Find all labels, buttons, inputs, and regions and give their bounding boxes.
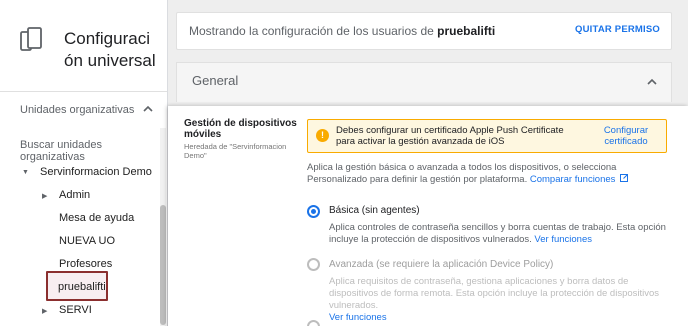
left-panel: Configuraci ón universal Unidades organi… xyxy=(0,0,168,326)
tree-item-profesores[interactable]: Profesores xyxy=(59,258,112,270)
warning-icon: ! xyxy=(316,129,329,142)
chevron-up-icon[interactable] xyxy=(645,75,659,89)
app-title-line-1: Configuraci xyxy=(64,29,150,48)
org-units-title: Unidades organizativas xyxy=(20,104,135,116)
warning-text: Debes configurar un certificado Apple Pu… xyxy=(336,125,564,147)
advanced-see-features-link[interactable]: Ver funciones xyxy=(329,312,669,324)
setting-inherited-from: Heredada de "Servinformacion Demo" xyxy=(184,142,287,160)
tree-item-servi[interactable]: SERVI xyxy=(59,304,92,316)
tree-item-pruebalifti[interactable]: pruebalifti xyxy=(58,281,106,293)
scrollbar-thumb[interactable] xyxy=(160,205,166,325)
general-section-header[interactable]: General xyxy=(176,62,672,102)
compare-features-label: Comparar funciones xyxy=(529,174,616,185)
app-title: Configuraci ón universal xyxy=(64,28,164,72)
compare-features-link[interactable]: Comparar funciones xyxy=(529,174,629,185)
caret-right-icon[interactable]: ▶ xyxy=(42,192,47,200)
mobile-management-panel: Gestión de dispositivos móviles Heredada… xyxy=(168,106,688,326)
advanced-option-description: Aplica requisitos de contraseña, gestion… xyxy=(329,276,669,324)
caret-down-icon[interactable]: ▼ xyxy=(22,169,29,176)
org-units-search[interactable]: Buscar unidades organizativas xyxy=(20,139,167,163)
chevron-up-icon[interactable] xyxy=(141,102,155,116)
quit-permission-button[interactable]: QUITAR PERMISO xyxy=(575,24,660,35)
settings-scope-text: Mostrando la configuración de los usuari… xyxy=(189,24,495,38)
advanced-option-label[interactable]: Avanzada (se requiere la aplicación Devi… xyxy=(329,259,553,270)
scope-prefix: Mostrando la configuración de los usuari… xyxy=(189,24,438,38)
basic-option-description: Aplica controles de contraseña sencillos… xyxy=(329,222,669,246)
custom-radio[interactable] xyxy=(307,320,320,326)
tree-item-mesa-de-ayuda[interactable]: Mesa de ayuda xyxy=(59,212,134,224)
admin-console: Configuraci ón universal Unidades organi… xyxy=(0,0,688,326)
app-title-line-2: ón universal xyxy=(64,51,156,70)
general-section-title: General xyxy=(192,73,239,88)
setting-description: Aplica la gestión básica o avanzada a to… xyxy=(307,162,677,186)
caret-right-icon[interactable]: ▶ xyxy=(42,307,47,315)
basic-see-features-link[interactable]: Ver funciones xyxy=(534,234,592,245)
advanced-radio[interactable] xyxy=(307,258,320,271)
org-units-header[interactable]: Unidades organizativas xyxy=(0,100,167,122)
devices-icon xyxy=(20,27,42,51)
basic-radio[interactable] xyxy=(307,205,320,218)
setting-name: Gestión de dispositivos móviles xyxy=(184,118,297,140)
tree-item-admin[interactable]: Admin xyxy=(59,189,90,201)
tree-item-nueva-uo[interactable]: NUEVA UO xyxy=(59,235,115,247)
apple-push-warning: ! Debes configurar un certificado Apple … xyxy=(307,119,667,153)
open-in-new-icon xyxy=(620,174,629,182)
settings-scope-bar: Mostrando la configuración de los usuari… xyxy=(176,12,672,50)
scope-ou-name: pruebalifti xyxy=(437,24,496,38)
basic-option-label[interactable]: Básica (sin agentes) xyxy=(329,205,420,216)
advanced-option-description-text: Aplica requisitos de contraseña, gestion… xyxy=(329,276,660,311)
app-header: Configuraci ón universal xyxy=(0,0,167,92)
basic-option-description-text: Aplica controles de contraseña sencillos… xyxy=(329,222,666,245)
configure-certificate-link[interactable]: Configurar certificado xyxy=(596,125,656,147)
tree-item-servinformacion-demo[interactable]: Servinformacion Demo xyxy=(40,166,152,178)
